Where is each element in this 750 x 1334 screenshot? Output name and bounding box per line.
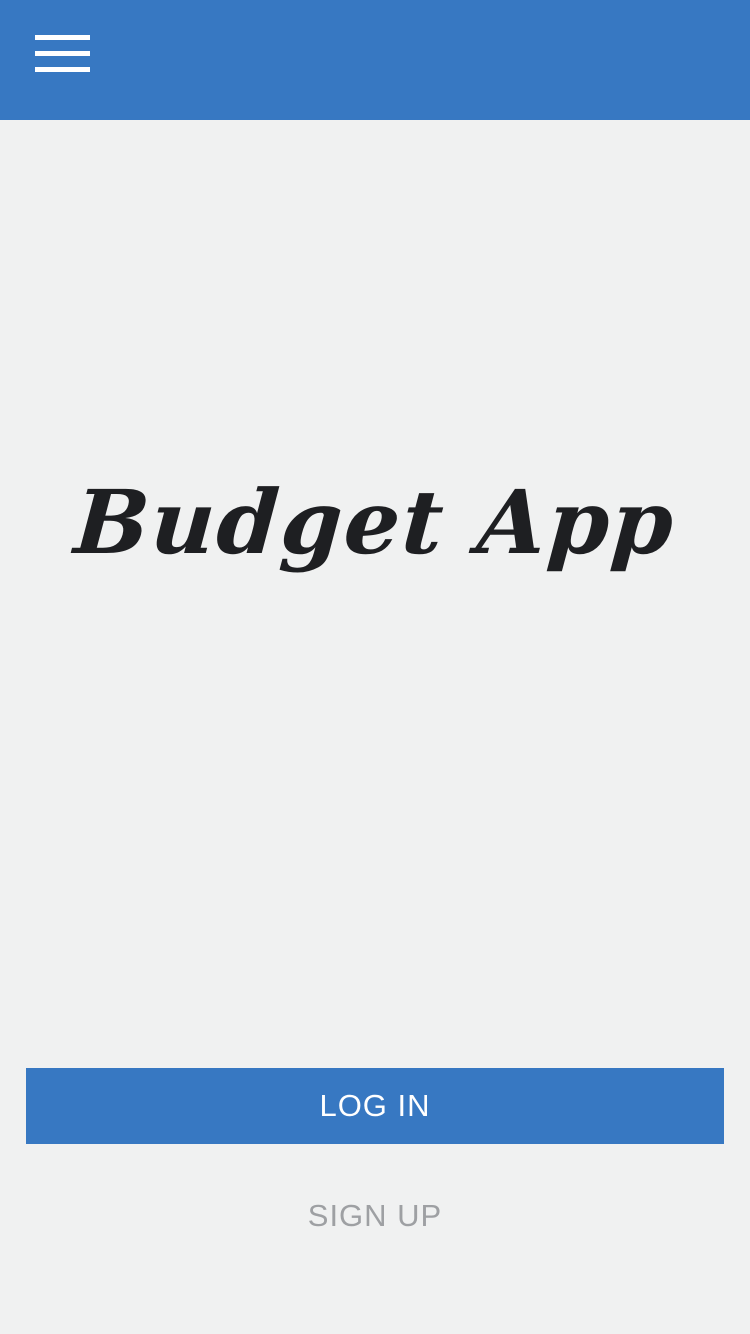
app-screen: Budget App LOG IN SIGN UP [0,0,750,1334]
top-app-bar [0,0,750,120]
login-button[interactable]: LOG IN [26,1068,724,1144]
hamburger-menu-icon-line [35,67,90,72]
hamburger-menu-icon-line [35,51,90,56]
menu-button[interactable] [26,26,98,82]
hamburger-menu-icon [35,35,90,40]
app-title: Budget App [71,470,679,574]
signup-link[interactable]: SIGN UP [225,1186,525,1246]
